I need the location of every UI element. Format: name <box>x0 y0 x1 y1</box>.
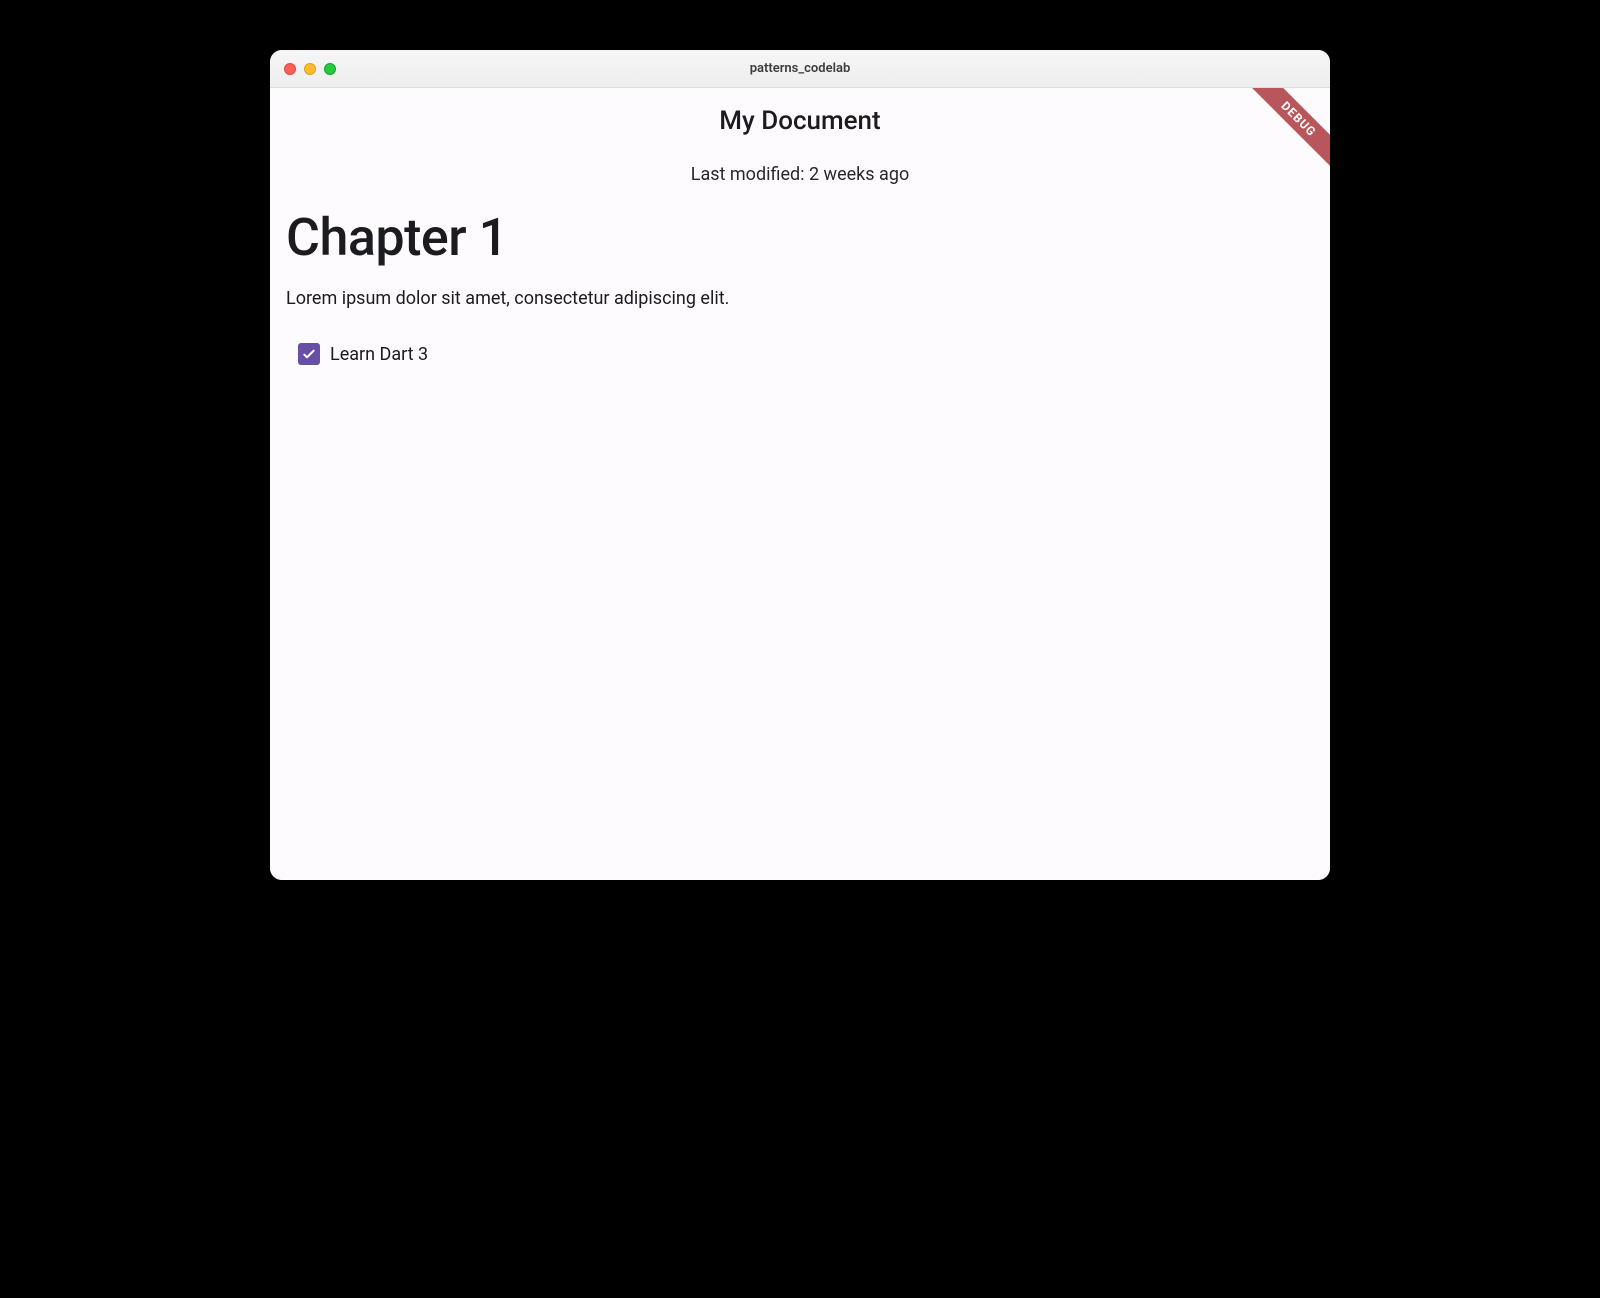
app-window: patterns_codelab DEBUG My Document Last … <box>270 50 1330 880</box>
chapter-heading: Chapter 1 <box>286 207 1314 268</box>
app-body: DEBUG My Document Last modified: 2 weeks… <box>270 88 1330 880</box>
page-title: My Document <box>270 106 1330 136</box>
todo-label: Learn Dart 3 <box>330 344 428 365</box>
minimize-button[interactable] <box>304 63 316 75</box>
maximize-button[interactable] <box>324 63 336 75</box>
window-title: patterns_codelab <box>270 61 1330 76</box>
document-content: Chapter 1 Lorem ipsum dolor sit amet, co… <box>270 185 1330 365</box>
close-button[interactable] <box>284 63 296 75</box>
app-header: My Document Last modified: 2 weeks ago <box>270 88 1330 185</box>
list-item[interactable]: Learn Dart 3 <box>286 343 1314 365</box>
traffic-lights <box>270 63 336 75</box>
checkbox[interactable] <box>298 343 320 365</box>
last-modified-label: Last modified: 2 weeks ago <box>270 164 1330 185</box>
body-paragraph: Lorem ipsum dolor sit amet, consectetur … <box>286 288 1314 309</box>
check-icon <box>301 346 317 362</box>
titlebar[interactable]: patterns_codelab <box>270 50 1330 88</box>
